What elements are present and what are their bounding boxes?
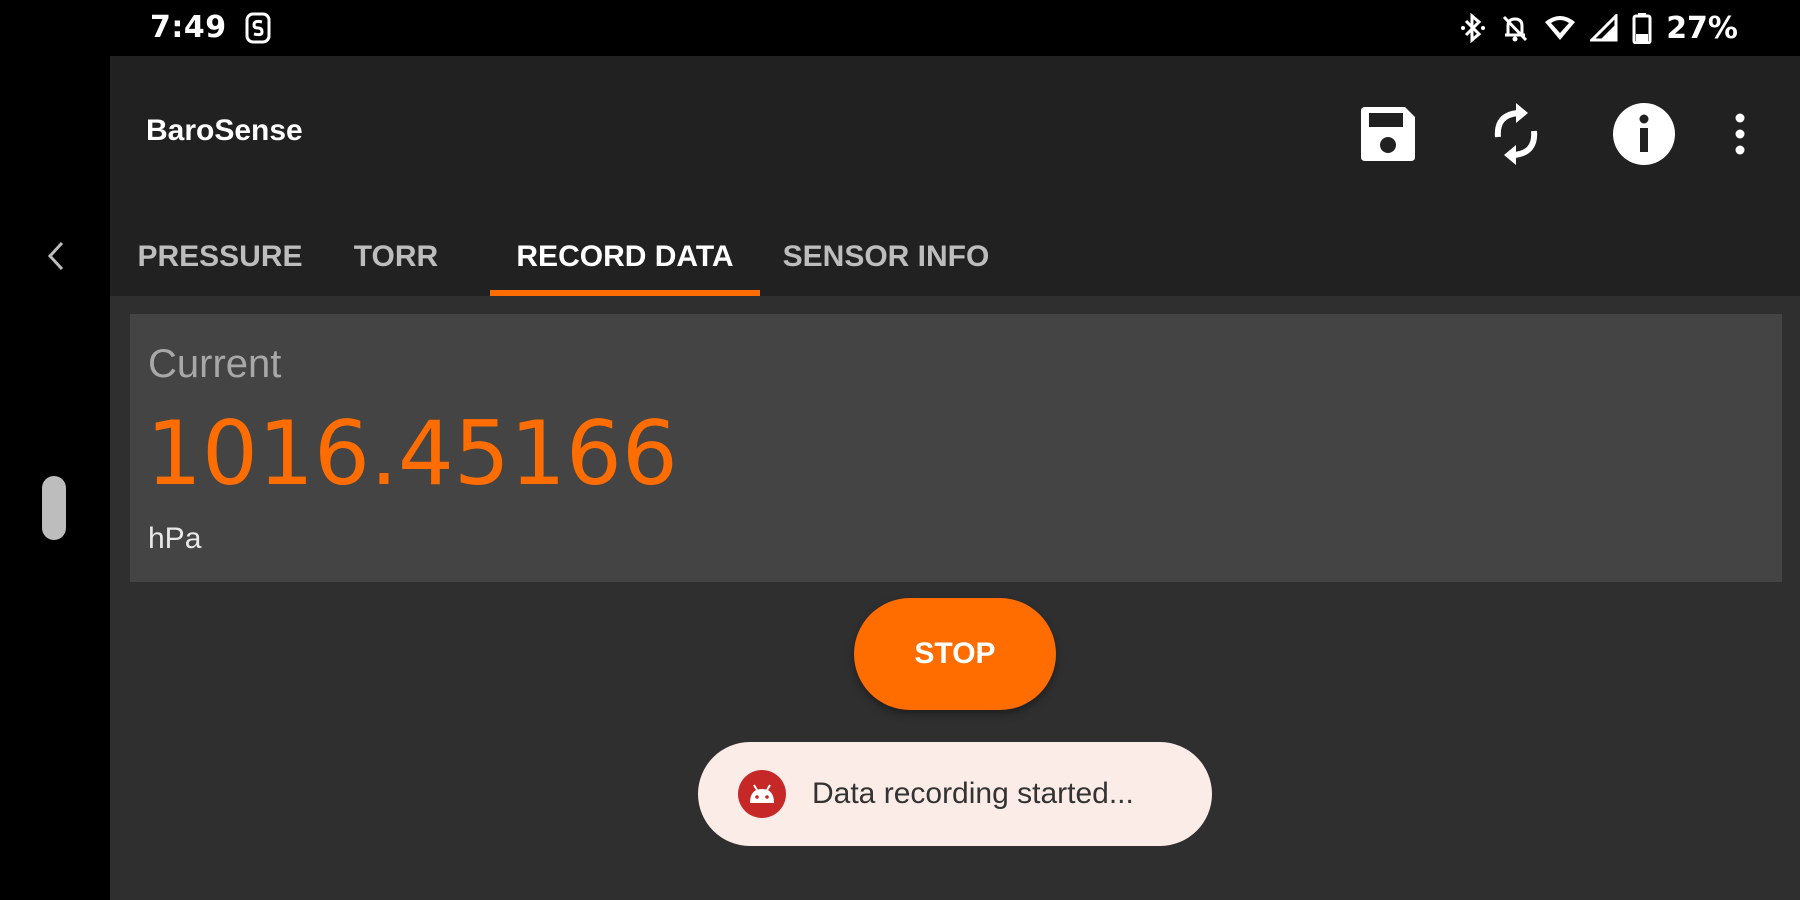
wifi-icon — [1545, 16, 1576, 40]
status-bar: 7:49 27% — [0, 0, 1800, 56]
info-button[interactable] — [1604, 94, 1684, 174]
refresh-button[interactable] — [1476, 94, 1556, 174]
tab-label: TORR — [353, 240, 439, 273]
notification-s-icon — [245, 12, 271, 44]
app-title: BaroSense — [146, 114, 303, 147]
tab-sensor-info[interactable]: SENSOR INFO — [776, 236, 996, 296]
save-icon — [1361, 107, 1415, 161]
toast-message: Data recording started... — [812, 777, 1134, 810]
status-time: 7:49 — [150, 10, 227, 45]
app-bar: BaroSense PRESSURE TORR RECORD DATA SENS… — [110, 56, 1800, 296]
current-reading-card: Current 1016.45166 hPa — [130, 314, 1782, 582]
pressure-unit: hPa — [148, 522, 202, 555]
bluetooth-icon — [1461, 13, 1486, 43]
save-button[interactable] — [1348, 94, 1428, 174]
stop-button[interactable]: STOP — [854, 598, 1056, 710]
tab-label: RECORD DATA — [516, 240, 734, 273]
navigation-rail — [0, 56, 110, 900]
toast-notification: Data recording started... — [698, 742, 1212, 846]
tab-record-data[interactable]: RECORD DATA — [490, 236, 760, 296]
app-window: BaroSense PRESSURE TORR RECORD DATA SENS… — [110, 56, 1800, 900]
mute-icon — [1503, 15, 1528, 42]
tab-indicator — [490, 290, 760, 296]
more-options-button[interactable] — [1710, 94, 1770, 174]
signal-icon — [1590, 14, 1618, 42]
battery-icon — [1632, 13, 1652, 44]
tab-label: PRESSURE — [137, 240, 303, 273]
refresh-icon — [1494, 103, 1538, 165]
tab-torr[interactable]: TORR — [346, 236, 446, 296]
info-icon — [1613, 103, 1675, 165]
current-label: Current — [148, 342, 282, 386]
navigation-handle[interactable] — [42, 476, 66, 540]
tab-pressure[interactable]: PRESSURE — [130, 236, 310, 296]
more-vert-icon — [1735, 113, 1745, 155]
pressure-value: 1016.45166 — [146, 402, 678, 505]
tab-label: SENSOR INFO — [782, 240, 990, 273]
android-icon — [738, 770, 786, 818]
back-icon[interactable] — [42, 239, 68, 273]
battery-percent: 27% — [1666, 10, 1738, 46]
